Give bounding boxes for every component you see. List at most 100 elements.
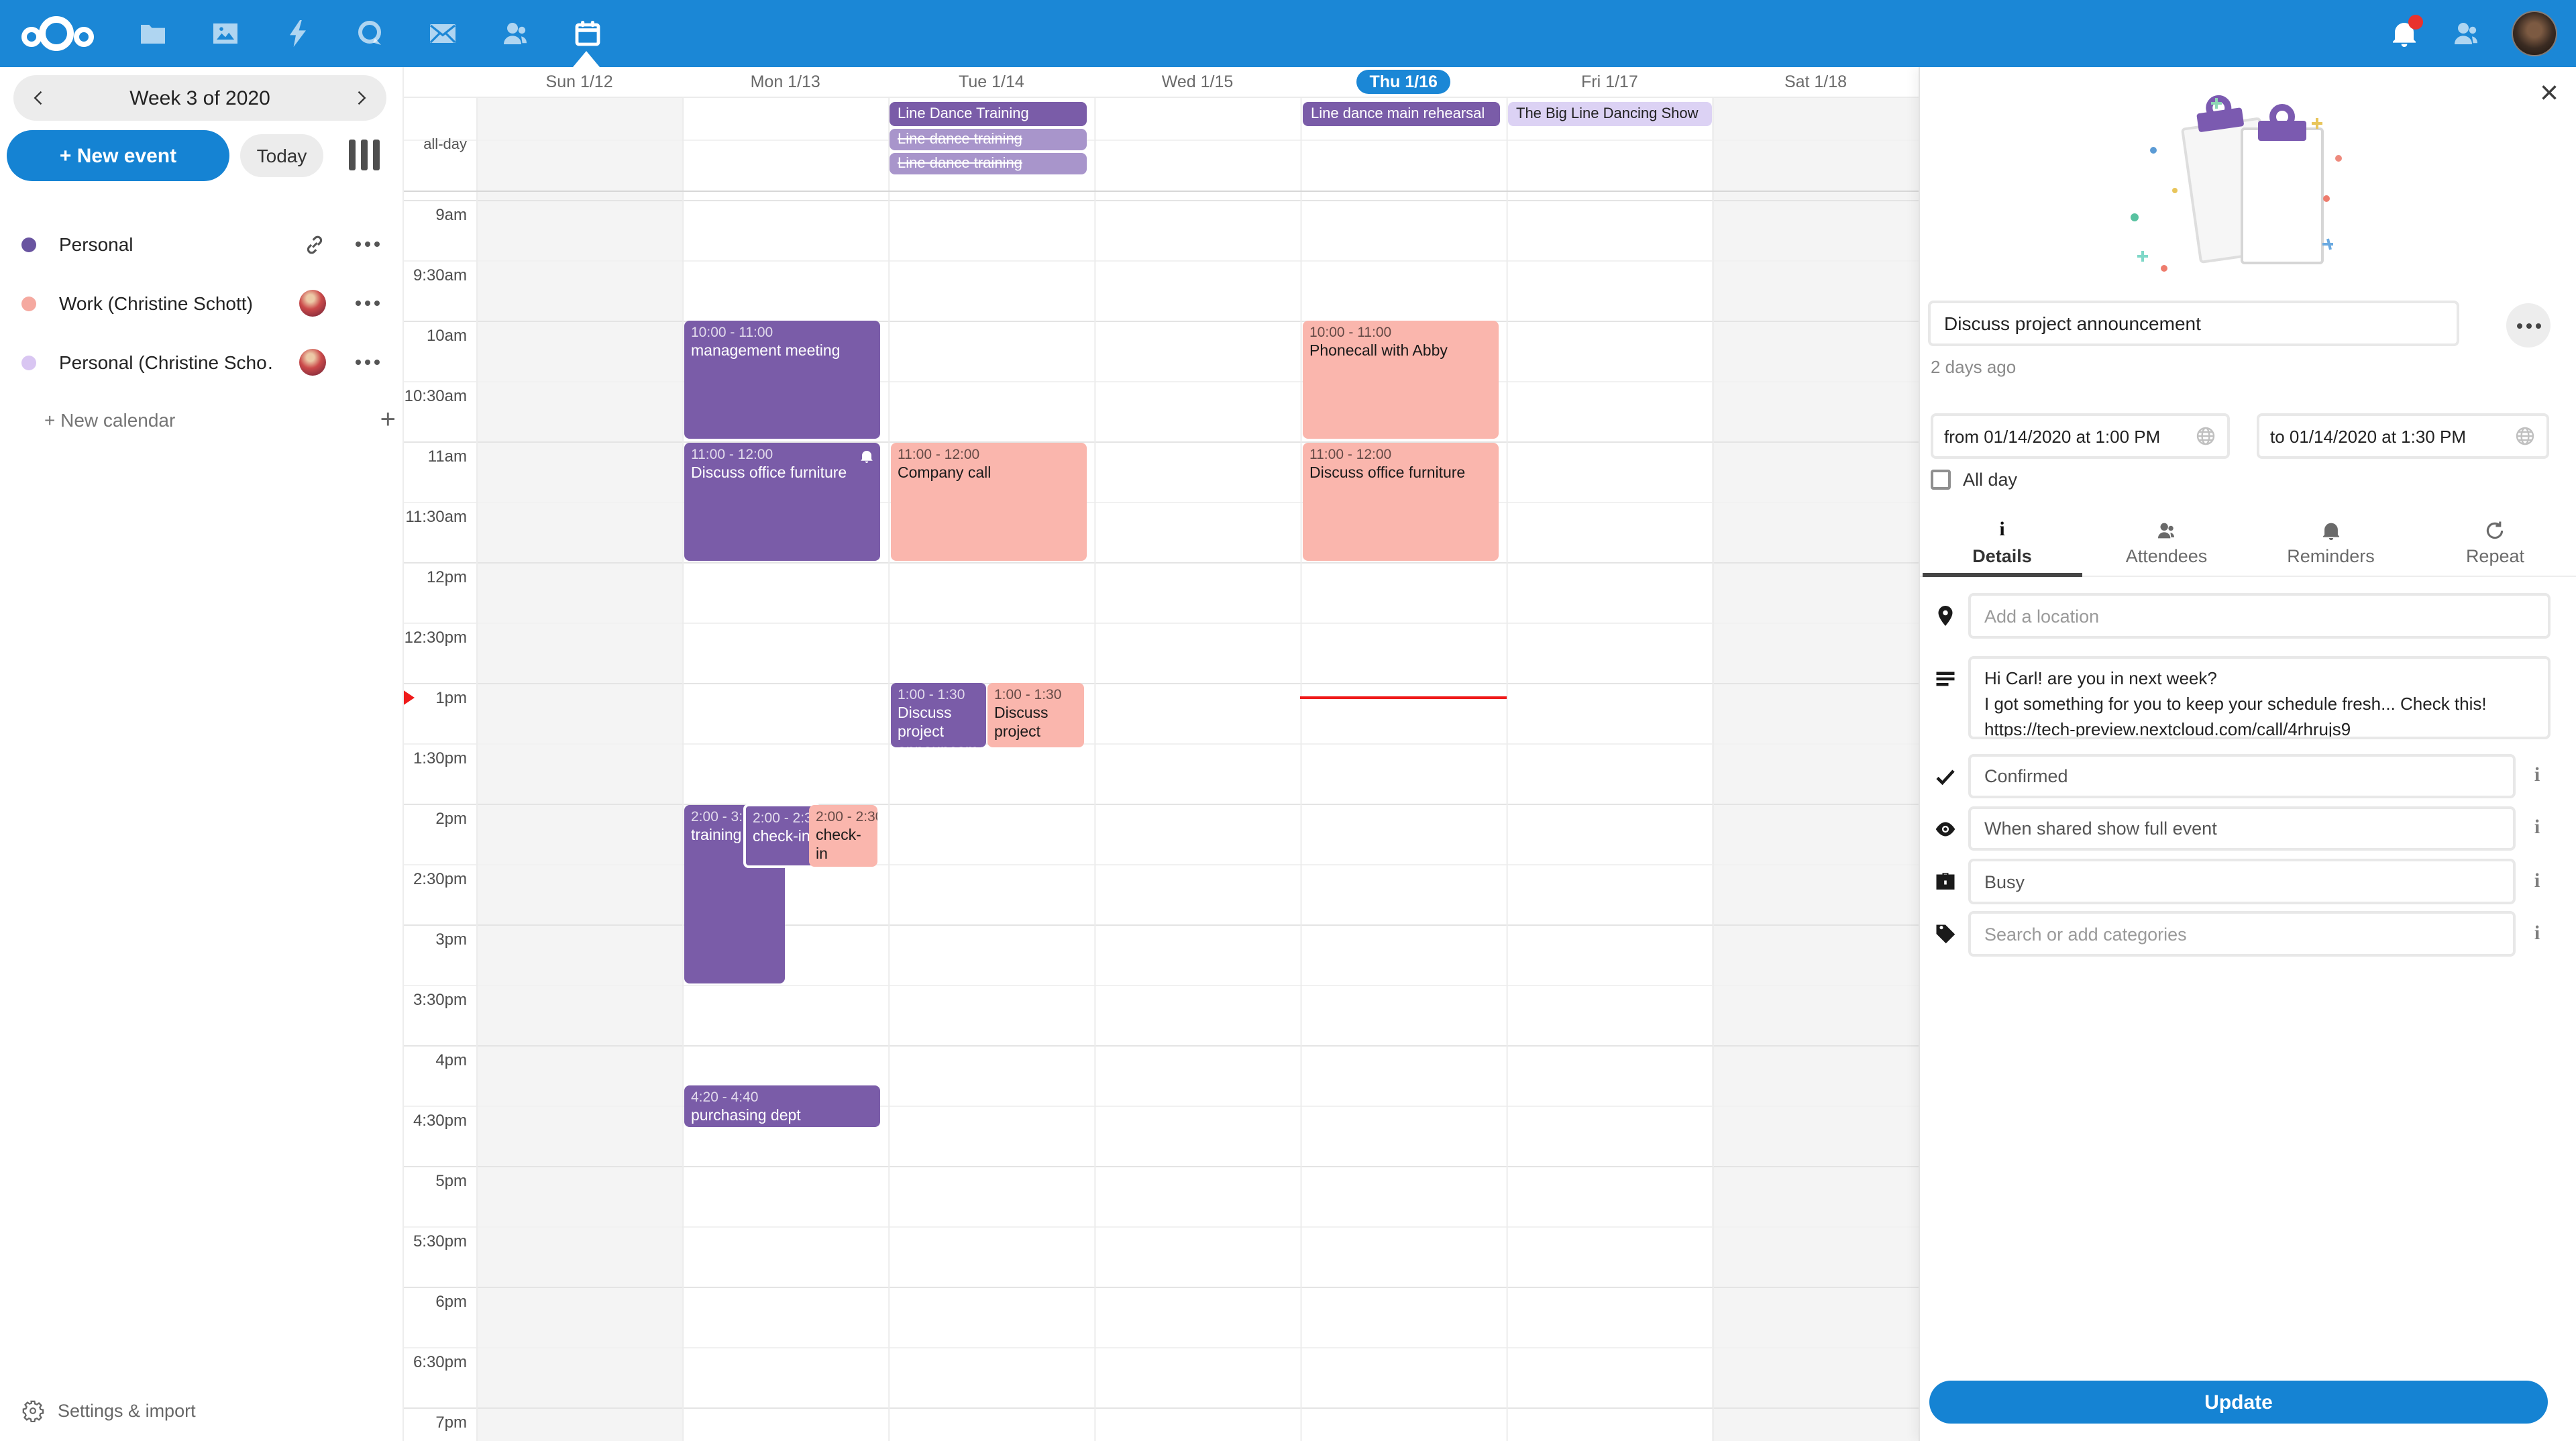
new-event-button[interactable]: + New event [7,130,229,181]
new-calendar-label: + New calendar [44,409,175,431]
end-date-field[interactable]: to 01/14/2020 at 1:30 PM [2257,413,2549,459]
tab-attendees[interactable]: Attendees [2084,510,2249,576]
settings-import-label: Settings & import [58,1401,196,1421]
current-time-line [1300,696,1507,699]
event-title-input[interactable] [1928,301,2459,346]
visibility-select[interactable]: When shared show full event [1968,806,2516,851]
event-check-in-pink[interactable]: 2:00 - 2:30check-in [809,805,877,867]
notifications-bell-icon[interactable] [2388,17,2420,50]
files-app-icon[interactable] [136,16,170,51]
time-label: 2:30pm [402,869,467,888]
allday-row-label: all-day [402,137,467,153]
tab-reminders[interactable]: Reminders [2249,510,2413,576]
day-header-wed[interactable]: Wed 1/15 [1094,72,1300,91]
calendar-list-item-personal-christine[interactable]: Personal (Christine Scho… [0,335,402,389]
repeat-icon [2484,519,2507,542]
allday-event-cancelled[interactable]: Line dance training [890,153,1087,174]
calendar-menu-icon[interactable] [356,301,380,306]
day-header-tue[interactable]: Tue 1/14 [888,72,1094,91]
categories-tag-icon [1933,922,1957,946]
event-editor-panel: × [1919,67,2576,1441]
event-company-call[interactable]: 11:00 - 12:00Company call [891,443,1087,561]
notification-dot [2408,15,2423,30]
mail-app-icon[interactable] [425,16,460,51]
user-avatar[interactable] [2512,11,2557,56]
calendar-list-item-work-christine[interactable]: Work (Christine Schott) [0,276,402,330]
event-phonecall-with-abby[interactable]: 10:00 - 11:00Phonecall with Abby [1303,321,1499,439]
time-label: 12pm [402,568,467,586]
day-header-thu-active[interactable]: Thu 1/16 [1301,72,1507,91]
today-button[interactable]: Today [240,134,323,177]
day-header-sun[interactable]: Sun 1/12 [476,72,682,91]
new-calendar-button[interactable]: + New calendar + [44,400,380,440]
day-header-mon[interactable]: Mon 1/13 [682,72,888,91]
location-input[interactable]: Add a location [1968,593,2551,639]
contacts-app-icon[interactable] [498,16,533,51]
week-label[interactable]: Week 3 of 2020 [64,87,335,109]
weekend-shading-sunday [476,97,682,1441]
calendar-owner-avatar [299,349,326,376]
categories-info-icon[interactable]: i [2528,923,2546,946]
allday-event-cancelled[interactable]: Line dance training [890,129,1087,150]
tab-details[interactable]: i Details [1920,510,2084,576]
update-button[interactable]: Update [1929,1381,2548,1424]
day-header-row: Sun 1/12 Mon 1/13 Tue 1/14 Wed 1/15 Thu … [476,67,1919,97]
freebusy-select[interactable]: Busy [1968,859,2516,904]
allday-event[interactable]: The Big Line Dancing Show [1508,102,1712,126]
calendar-menu-icon[interactable] [356,242,380,247]
event-purchasing-dept[interactable]: 4:20 - 4:40purchasing dept [684,1085,880,1127]
time-label: 1:30pm [402,749,467,767]
contacts-menu-icon[interactable] [2450,17,2482,50]
freebusy-briefcase-icon [1933,869,1957,894]
tab-repeat[interactable]: Repeat [2413,510,2576,576]
event-discuss-office-furniture-mon[interactable]: 11:00 - 12:00Discuss office furniture [684,443,880,561]
time-label: 4pm [402,1051,467,1069]
share-link-icon[interactable] [303,233,326,256]
status-check-icon [1933,765,1957,789]
top-navbar [0,0,2576,67]
event-illustration [2124,94,2379,288]
time-label: 6:30pm [402,1352,467,1371]
status-select[interactable]: Confirmed [1968,754,2516,798]
time-label: 12:30pm [402,628,467,647]
calendar-menu-icon[interactable] [356,360,380,365]
current-time-marker [402,690,415,706]
nextcloud-logo[interactable] [21,15,97,52]
close-icon[interactable]: × [2540,78,2559,110]
calendar-list-item-personal[interactable]: Personal [0,217,402,271]
event-management-meeting[interactable]: 10:00 - 11:00management meeting [684,321,880,439]
allday-event[interactable]: Line Dance Training [890,102,1087,126]
talk-app-icon[interactable] [353,16,388,51]
time-label: 5pm [402,1171,467,1190]
event-discuss-office-furniture-thu[interactable]: 11:00 - 12:00Discuss office furniture [1303,443,1499,561]
calendar-name: Personal [59,233,133,255]
photos-app-icon[interactable] [208,16,243,51]
previous-week-button[interactable] [13,75,64,121]
day-header-fri[interactable]: Fri 1/17 [1507,72,1713,91]
calendar-app-icon[interactable] [570,16,605,51]
timezone-globe-icon[interactable] [2514,425,2536,447]
all-day-checkbox[interactable] [1931,470,1951,490]
active-day-pill: Thu 1/16 [1356,70,1450,94]
event-discuss-project[interactable]: 1:00 - 1:30Discuss project [987,683,1084,747]
time-label: 11am [402,447,467,466]
freebusy-info-icon[interactable]: i [2528,871,2546,894]
allday-event[interactable]: Line dance main rehearsal [1303,102,1500,126]
categories-input[interactable]: Search or add categories [1968,911,2516,957]
event-more-actions-button[interactable] [2506,303,2551,348]
settings-import-button[interactable]: Settings & import [21,1399,196,1422]
last-modified-text: 2 days ago [1931,357,2016,377]
activity-app-icon[interactable] [280,16,315,51]
status-info-icon[interactable]: i [2528,765,2546,788]
next-week-button[interactable] [335,75,386,121]
view-toggle-icon[interactable] [349,140,380,170]
description-textarea[interactable]: Hi Carl! are you in next week? I got som… [1968,656,2551,739]
event-discuss-project-announcement[interactable]: 1:00 - 1:30Discuss project announcement [891,683,986,747]
location-pin-icon [1933,604,1957,628]
time-label: 3:30pm [402,990,467,1009]
day-header-sat[interactable]: Sat 1/18 [1713,72,1919,91]
start-date-field[interactable]: from 01/14/2020 at 1:00 PM [1931,413,2230,459]
visibility-info-icon[interactable]: i [2528,817,2546,840]
timezone-globe-icon[interactable] [2195,425,2216,447]
description-icon [1933,667,1957,691]
